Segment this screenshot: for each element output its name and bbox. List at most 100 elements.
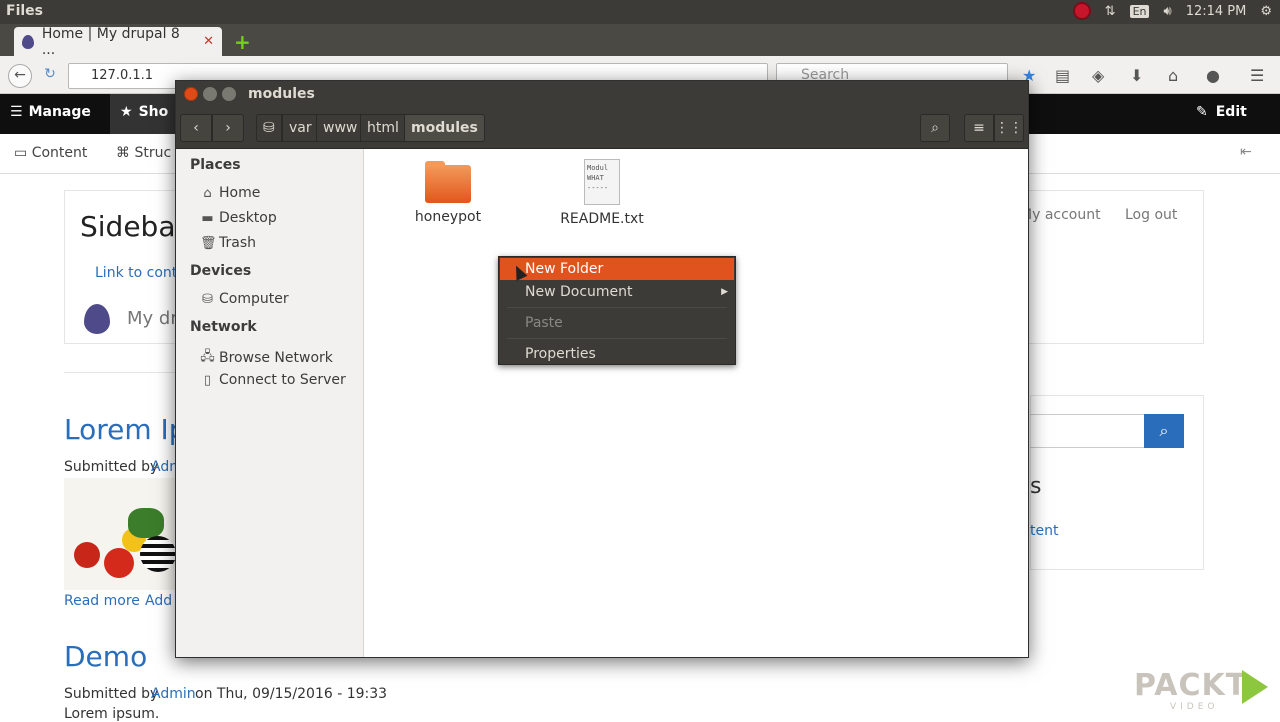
article-title-lorem[interactable]: Lorem Ip <box>64 413 187 446</box>
menu-separator <box>507 338 727 339</box>
folder-icon: ▬ <box>201 210 214 226</box>
file-preview-line: WHAT <box>587 174 604 182</box>
folder-icon <box>425 161 471 203</box>
site-search-input[interactable] <box>1030 414 1146 448</box>
sidebar-heading: Sideba <box>80 210 176 243</box>
file-manager-toolbar: ‹ › ⛁ var www html modules ⌕ ≡ ⋮⋮ <box>176 107 1028 149</box>
home-icon: ⌂ <box>203 185 212 201</box>
devices-heading: Devices <box>190 263 252 279</box>
system-tray: ⇅ En 🔊︎ 12:14 PM ⚙ <box>1072 2 1272 20</box>
menu-item-label: New Document <box>525 284 633 300</box>
sidebar-item-connect-server[interactable]: ▯ Connect to Server <box>200 372 346 388</box>
new-tab-icon[interactable]: + <box>234 30 251 54</box>
window-title: modules <box>248 86 315 102</box>
sidebar-item-desktop[interactable]: ▬ Desktop <box>200 210 277 226</box>
edit-toggle[interactable]: ✎ Edit <box>1196 104 1247 120</box>
menu-item-new-folder[interactable]: New Folder <box>500 258 734 280</box>
article-image <box>64 478 176 590</box>
divider <box>64 372 184 373</box>
window-titlebar[interactable]: modules <box>176 81 1028 107</box>
forward-chevron-icon[interactable]: › <box>212 114 244 142</box>
window-minimize-icon[interactable] <box>203 87 217 101</box>
sidebar-item-browse-network[interactable]: 🖧︎ Browse Network <box>200 347 333 369</box>
structure-label: Struc <box>134 145 172 161</box>
system-top-panel: Files ⇅ En 🔊︎ 12:14 PM ⚙ <box>0 0 1280 24</box>
sidebar-item-label: Home <box>219 185 261 201</box>
menu-item-paste: Paste <box>500 312 734 334</box>
file-item-readme[interactable]: Modul WHAT ----- README.txt <box>557 159 647 227</box>
menu-item-new-document[interactable]: New Document ▶ <box>500 281 734 303</box>
logout-link[interactable]: Log out <box>1125 207 1177 223</box>
places-heading: Places <box>190 157 241 173</box>
home-icon[interactable]: ⌂ <box>1168 66 1178 85</box>
network-heading: Network <box>190 319 257 335</box>
reload-icon[interactable]: ↻ <box>38 64 62 88</box>
content-link[interactable]: ▭ Content <box>14 145 87 161</box>
read-more-link[interactable]: Read more <box>64 593 140 609</box>
sidebar-item-label: Browse Network <box>219 350 333 366</box>
context-menu: New Folder New Document ▶ Paste Propertie… <box>498 256 736 365</box>
browser-tab-strip: Home | My drupal 8 ... ✕ + <box>0 24 1280 58</box>
hamburger-icon: ☰ <box>10 104 23 120</box>
pocket-icon[interactable]: ◈ <box>1092 66 1104 85</box>
submitted-by-label-2: Submitted by <box>64 686 159 702</box>
drupal-logo-icon[interactable] <box>84 304 110 334</box>
browser-tab[interactable]: Home | My drupal 8 ... ✕ <box>14 26 222 58</box>
trash-icon: 🗑︎ <box>200 235 217 251</box>
places-sidebar: Places ⌂ Home ▬ Desktop 🗑︎ Trash Devices ⛁ C… <box>176 149 364 657</box>
file-view[interactable]: honeypot Modul WHAT ----- README.txt <box>365 149 1028 657</box>
play-triangle-icon <box>1242 670 1268 704</box>
downloads-icon[interactable]: ⬇ <box>1130 66 1143 85</box>
manage-menu[interactable]: ☰ Manage <box>10 104 91 120</box>
tray-orientation-icon[interactable]: ⇤ <box>1240 144 1252 160</box>
sidebar-item-label: Desktop <box>219 210 277 226</box>
structure-link[interactable]: ⌘ Struc <box>116 145 171 161</box>
link-to-content[interactable]: Link to conte <box>95 265 186 281</box>
back-chevron-icon[interactable]: ‹ <box>180 114 212 142</box>
packt-sub-text: VIDEO <box>1170 702 1219 712</box>
clock[interactable]: 12:14 PM <box>1186 4 1247 19</box>
drupal-favicon-icon <box>22 34 34 49</box>
packt-video-logo: PACKT VIDEO <box>1134 668 1268 714</box>
add-comment-link[interactable]: Add <box>145 593 172 609</box>
article-title-demo[interactable]: Demo <box>64 640 147 673</box>
network-transfer-icon[interactable]: ⇅ <box>1105 4 1116 19</box>
site-search-button-icon[interactable]: ⌕ <box>1144 414 1184 448</box>
back-arrow-icon[interactable]: ← <box>8 64 32 88</box>
settings-gear-icon[interactable]: ⚙ <box>1260 4 1272 19</box>
recording-icon[interactable] <box>1072 2 1091 20</box>
menu-item-label: Paste <box>525 315 563 331</box>
sidebar-item-home[interactable]: ⌂ Home <box>200 185 260 201</box>
tools-heading-fragment: s <box>1030 474 1042 499</box>
breadcrumb-www[interactable]: www <box>316 114 365 142</box>
bookmarks-list-icon[interactable]: ▤ <box>1055 66 1070 85</box>
grid-view-icon[interactable]: ⋮⋮ <box>994 114 1024 142</box>
root-drive-icon[interactable]: ⛁ <box>256 114 282 142</box>
volume-icon[interactable]: 🔊︎ <box>1163 4 1171 19</box>
submenu-arrow-icon: ▶ <box>721 287 728 297</box>
menu-item-properties[interactable]: Properties <box>500 343 734 365</box>
chat-icon[interactable]: ● <box>1206 66 1220 85</box>
window-maximize-icon[interactable] <box>222 87 236 101</box>
list-view-icon[interactable]: ≡ <box>964 114 994 142</box>
sidebar-item-trash[interactable]: 🗑︎ Trash <box>200 235 256 251</box>
network-icon: 🖧︎ <box>200 349 215 364</box>
add-content-link[interactable]: tent <box>1030 523 1058 539</box>
author-link-2[interactable]: Admin <box>151 686 196 702</box>
window-close-icon[interactable] <box>184 87 198 101</box>
breadcrumb-var[interactable]: var <box>282 114 319 142</box>
shortcuts-menu[interactable]: ★ Sho <box>110 94 180 134</box>
pencil-icon: ✎ <box>1196 104 1208 120</box>
breadcrumb-modules[interactable]: modules <box>404 114 485 142</box>
menu-hamburger-icon[interactable]: ☰ <box>1250 66 1264 85</box>
file-name: honeypot <box>414 209 482 225</box>
file-manager-window: modules ‹ › ⛁ var www html modules ⌕ ≡ ⋮… <box>175 80 1029 658</box>
search-icon[interactable]: ⌕ <box>920 114 950 142</box>
packt-brand-text: PACKT <box>1134 668 1248 703</box>
keyboard-layout-indicator[interactable]: En <box>1129 4 1150 18</box>
tab-close-icon[interactable]: ✕ <box>203 34 214 49</box>
my-account-link[interactable]: My account <box>1020 207 1101 223</box>
breadcrumb-html[interactable]: html <box>360 114 406 142</box>
file-item-honeypot[interactable]: honeypot <box>411 161 485 225</box>
sidebar-item-computer[interactable]: ⛁ Computer <box>200 291 289 307</box>
